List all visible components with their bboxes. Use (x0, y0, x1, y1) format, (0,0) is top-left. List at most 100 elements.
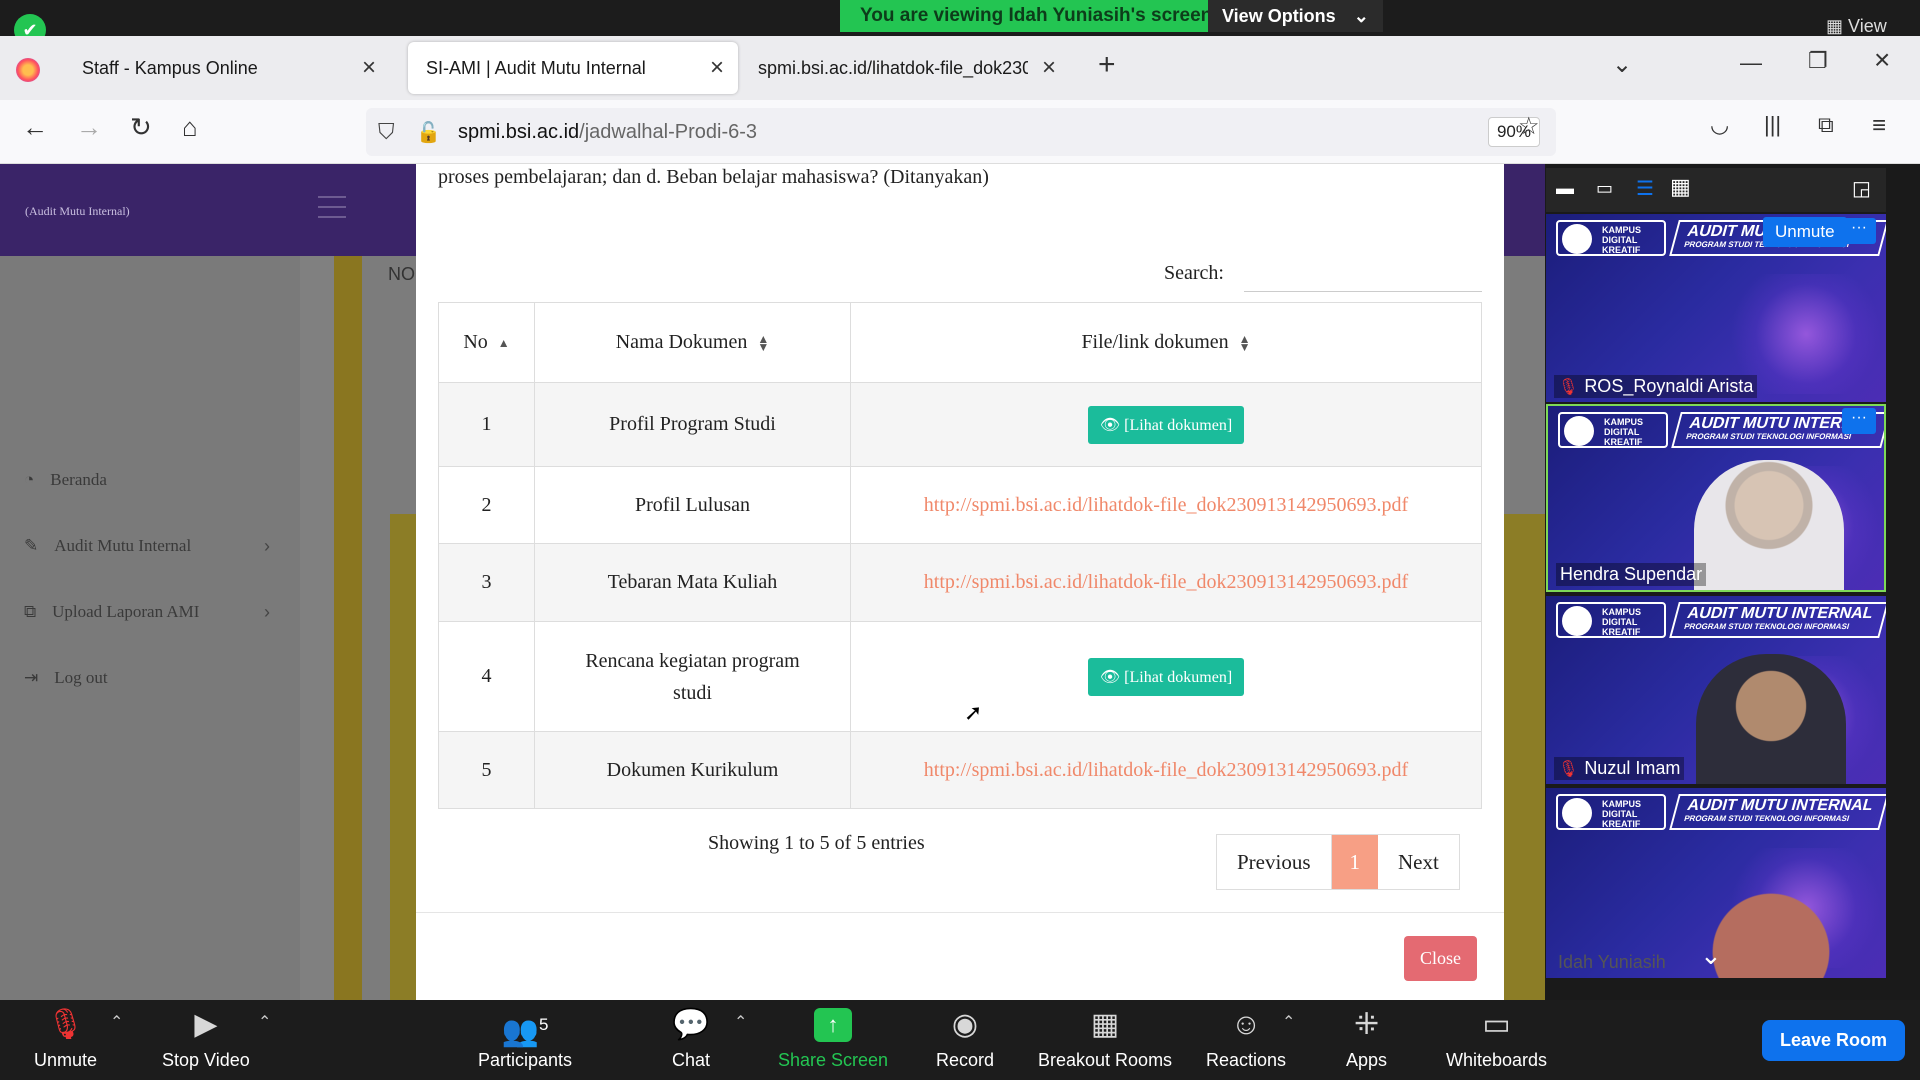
document-link[interactable]: http://spmi.bsi.ac.id/lihatdok-file_dok2… (924, 571, 1408, 593)
document-link[interactable]: http://spmi.bsi.ac.id/lihatdok-file_dok2… (924, 494, 1408, 516)
restore-icon[interactable]: ❐ (1808, 48, 1828, 74)
more-options-icon[interactable]: ··· (1842, 218, 1876, 244)
reactions-button[interactable]: ☺ Reactions (1206, 1008, 1286, 1071)
participants-button[interactable]: 👥5 Participants (478, 1008, 572, 1071)
tile-unmute-button[interactable]: Unmute (1763, 217, 1847, 247)
cell-file: http://spmi.bsi.ac.id/lihatdok-file_dok2… (850, 543, 1482, 622)
tab-si-ami[interactable]: SI-AMI | Audit Mutu Internal × (408, 42, 738, 94)
cell-file: 👁 [Lihat dokumen] (850, 382, 1482, 467)
eye-icon: 👁 (1099, 416, 1121, 434)
minimize-icon[interactable]: ▬ (1556, 178, 1574, 199)
page-1-button[interactable]: 1 (1331, 835, 1378, 889)
modal-intro-text: proses pembelajaran; dan d. Beban belaja… (438, 166, 989, 188)
ami-banner-title: AUDIT MUTU INTERNAL (1685, 605, 1875, 622)
close-icon[interactable]: × (362, 54, 376, 82)
reactions-smiley-icon: ☺ (1230, 1008, 1262, 1041)
url-bar[interactable]: ⛉ 🔓 spmi.bsi.ac.id/jadwalhal-Prodi-6-3 9… (366, 108, 1556, 156)
chevron-right-icon: › (264, 602, 270, 622)
window-close-icon[interactable]: × (1874, 44, 1890, 76)
kampus-digital-logo: KAMPUS DIGITAL KREATIF (1556, 220, 1666, 256)
sidebar-item-beranda[interactable]: ◔ Beranda (24, 470, 107, 490)
new-tab-plus-icon[interactable]: + (1098, 48, 1116, 82)
sidebar-item-upload-laporan-ami[interactable]: ⧉ Upload Laporan AMI (24, 602, 199, 622)
toolbar-label: Participants (478, 1050, 573, 1070)
column-header-no[interactable]: No ▲ (438, 302, 535, 383)
sort-icon: ▲ ▼ (757, 332, 770, 355)
reload-icon[interactable]: ↻ (130, 112, 152, 143)
participant-tile[interactable]: KAMPUS DIGITAL KREATIF AUDIT MUTU INTERN… (1546, 404, 1886, 592)
more-options-icon[interactable]: ··· (1842, 408, 1876, 434)
table-row: 1 Profil Program Studi 👁 [Lihat dokumen] (438, 382, 1482, 467)
insecure-lock-icon[interactable]: 🔓 (416, 120, 441, 145)
caret-up-icon[interactable]: ⌃ (734, 1012, 747, 1032)
participant-tile[interactable]: KAMPUS DIGITAL KREATIF AUDIT MUTU INTERN… (1546, 596, 1886, 784)
chat-button[interactable]: 💬 Chat (672, 1008, 710, 1071)
kampus-digital-logo: KAMPUS DIGITAL KREATIF (1558, 412, 1668, 448)
column-header-file-link[interactable]: File/link dokumen ▲ ▼ (850, 302, 1482, 383)
mouse-cursor-icon: ➚ (964, 700, 983, 725)
cell-no: 5 (438, 731, 535, 809)
caret-up-icon[interactable]: ⌃ (258, 1012, 271, 1032)
lihat-dokumen-button[interactable]: 👁 [Lihat dokumen] (1087, 657, 1245, 696)
cell-name: Rencana kegiatan program studi (534, 621, 851, 732)
unmute-button[interactable]: 🎙 Unmute (34, 1008, 97, 1071)
ami-banner: AUDIT MUTU INTERNALPROGRAM STUDI TEKNOLO… (1669, 602, 1886, 638)
close-icon[interactable]: × (710, 54, 724, 82)
search-input[interactable] (1244, 256, 1482, 292)
close-button[interactable]: Close (1404, 936, 1478, 981)
sidebar-item-audit-mutu-internal[interactable]: ✎ Audit Mutu Internal (24, 536, 191, 556)
apps-icon: ⁜ (1353, 1008, 1380, 1041)
library-icon[interactable]: ||| (1764, 112, 1781, 138)
sidebar-item-log-out[interactable]: ⇥ Log out (24, 668, 108, 688)
stop-video-button[interactable]: ▶ Stop Video (162, 1008, 250, 1071)
record-button[interactable]: ◉ Record (936, 1008, 994, 1071)
tab-staff-kampus-online[interactable]: Staff - Kampus Online × (64, 42, 390, 94)
share-screen-button[interactable]: ↑ Share Screen (778, 1008, 888, 1071)
strip-view-icon[interactable]: ☰ (1636, 176, 1654, 201)
column-header-label: File/link dokumen (1081, 331, 1229, 353)
toolbar-label: Reactions (1206, 1050, 1287, 1070)
kampus-digital-logo: KAMPUS DIGITAL KREATIF (1556, 602, 1666, 638)
whiteboards-button[interactable]: ▭ Whiteboards (1446, 1008, 1547, 1071)
pop-out-icon[interactable]: ◲ (1852, 176, 1871, 201)
pocket-icon[interactable]: ◡ (1710, 112, 1729, 138)
documents-table: No ▲ Nama Dokumen ▲ ▼ File/link dokumen ▲ ▼ 1… (438, 302, 1482, 809)
ami-banner-subtitle: PROGRAM STUDI TEKNOLOGI INFORMASI (1683, 814, 1851, 823)
caret-up-icon[interactable]: ⌃ (1282, 1012, 1295, 1032)
close-icon[interactable]: × (1042, 54, 1056, 82)
next-page-button[interactable]: Next (1378, 835, 1459, 889)
minimize-icon[interactable]: — (1740, 50, 1762, 76)
lihat-dokumen-button[interactable]: 👁 [Lihat dokumen] (1087, 405, 1245, 444)
cell-no: 1 (438, 382, 535, 467)
home-icon[interactable]: ⌂ (182, 112, 198, 143)
leave-room-button[interactable]: Leave Room (1762, 1020, 1906, 1061)
apps-button[interactable]: ⁜ Apps (1346, 1008, 1387, 1071)
column-header-nama-dokumen[interactable]: Nama Dokumen ▲ ▼ (534, 302, 851, 383)
view-button[interactable]: ▦ View (1826, 16, 1887, 37)
breakout-rooms-button[interactable]: ▦ Breakout Rooms (1038, 1008, 1172, 1071)
document-link[interactable]: http://spmi.bsi.ac.id/lihatdok-file_dok2… (924, 759, 1408, 781)
caret-up-icon[interactable]: ⌃ (110, 1012, 123, 1032)
chevron-right-icon: › (264, 536, 270, 556)
bookmark-star-icon[interactable]: ☆ (1518, 112, 1540, 141)
list-all-tabs-chevron-icon[interactable]: ⌄ (1612, 50, 1632, 79)
chevron-down-icon[interactable]: ⌄ (1700, 940, 1722, 971)
breakout-rooms-icon: ▦ (1090, 1008, 1120, 1041)
view-options-button[interactable]: View Options ⌄ (1208, 0, 1383, 32)
url-path: /jadwalhal-Prodi-6-3 (579, 120, 758, 143)
column-header-label: Nama Dokumen (615, 331, 748, 353)
previous-page-button[interactable]: Previous (1217, 835, 1332, 889)
toolbar-label: Record (936, 1050, 995, 1070)
url-text[interactable]: spmi.bsi.ac.id/jadwalhal-Prodi-6-3 (458, 121, 757, 144)
extensions-icon[interactable]: ⧉ (1818, 112, 1834, 138)
gallery-view-icon[interactable]: ▦ (1670, 174, 1691, 200)
tracking-shield-icon[interactable]: ⛉ (378, 119, 395, 145)
share-screen-arrow-icon: ↑ (814, 1008, 853, 1042)
tab-lihatdok[interactable]: spmi.bsi.ac.id/lihatdok-file_dok2309 × (740, 42, 1070, 94)
menu-hamburger-icon[interactable]: ≡ (1872, 112, 1886, 140)
pagination: Previous 1 Next (1216, 834, 1460, 890)
forward-arrow-icon[interactable]: → (76, 112, 102, 143)
sidebar-toggle-icon[interactable] (318, 196, 346, 218)
single-video-icon[interactable]: ▭ (1596, 178, 1613, 199)
back-arrow-icon[interactable]: ← (22, 112, 48, 143)
